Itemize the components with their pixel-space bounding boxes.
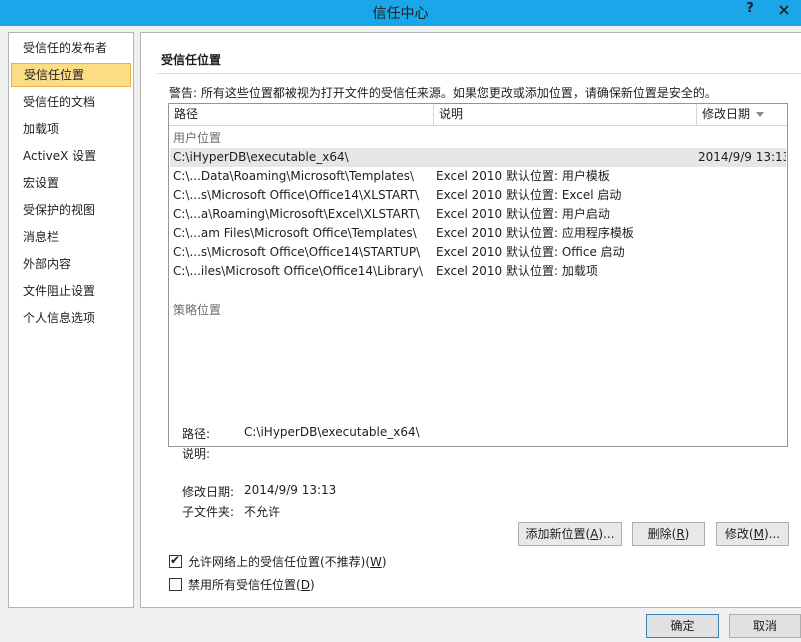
modify-button[interactable]: 修改(M)... bbox=[716, 522, 789, 546]
table-row[interactable]: C:\...s\Microsoft Office\Office14\STARTU… bbox=[170, 243, 786, 262]
detail-path-label: 路径: bbox=[182, 427, 211, 441]
sidebar-item-activex[interactable]: ActiveX 设置 bbox=[11, 144, 131, 168]
detail-subfolder-label: 子文件夹: bbox=[182, 505, 235, 519]
title-bar: 信任中心 ? bbox=[0, 0, 801, 26]
row-description: Excel 2010 默认位置: Office 启动 bbox=[436, 245, 625, 259]
detail-subfolder-value: 不允许 bbox=[244, 505, 281, 519]
main-panel: 受信任位置 警告: 所有这些位置都被视为打开文件的受信任来源。如果您更改或添加位… bbox=[140, 32, 801, 608]
ok-button[interactable]: 确定 bbox=[646, 614, 719, 638]
group-user-locations: 用户位置 bbox=[173, 131, 222, 145]
cancel-button[interactable]: 取消 bbox=[729, 614, 801, 638]
sidebar-item-addins[interactable]: 加载项 bbox=[11, 117, 131, 141]
row-path: C:\...iles\Microsoft Office\Office14\Lib… bbox=[173, 264, 424, 278]
section-title: 受信任位置 bbox=[161, 53, 222, 67]
row-description: Excel 2010 默认位置: 加载项 bbox=[436, 264, 598, 278]
add-location-button[interactable]: 添加新位置(A)... bbox=[518, 522, 622, 546]
table-row[interactable]: C:\...a\Roaming\Microsoft\Excel\XLSTART\… bbox=[170, 205, 786, 224]
list-header: 路径 说明 修改日期 bbox=[169, 104, 787, 126]
row-description: Excel 2010 默认位置: 应用程序模板 bbox=[436, 226, 634, 240]
checkmark-icon: ✔ bbox=[170, 553, 181, 567]
detail-description-label: 说明: bbox=[182, 447, 211, 461]
row-path: C:\...am Files\Microsoft Office\Template… bbox=[173, 226, 417, 240]
detail-path-value: C:\iHyperDB\executable_x64\ bbox=[244, 425, 420, 439]
row-description: Excel 2010 默认位置: 用户模板 bbox=[436, 169, 610, 183]
sidebar-item-privacy[interactable]: 个人信息选项 bbox=[11, 306, 131, 330]
row-path: C:\iHyperDB\executable_x64\ bbox=[173, 150, 349, 164]
table-row[interactable]: C:\...Data\Roaming\Microsoft\Templates\ … bbox=[170, 167, 786, 186]
disable-all-label[interactable]: 禁用所有受信任位置(D) bbox=[188, 576, 315, 593]
column-header-date[interactable]: 修改日期 bbox=[697, 104, 787, 125]
group-policy-locations: 策略位置 bbox=[173, 303, 222, 317]
table-row[interactable]: C:\...am Files\Microsoft Office\Template… bbox=[170, 224, 786, 243]
section-divider bbox=[157, 73, 801, 74]
row-date: 2014/9/9 13:13 bbox=[698, 150, 786, 164]
row-path: C:\...s\Microsoft Office\Office14\STARTU… bbox=[173, 245, 421, 259]
sidebar-item-trusted-locations[interactable]: 受信任位置 bbox=[11, 63, 131, 87]
sidebar-item-protected-view[interactable]: 受保护的视图 bbox=[11, 198, 131, 222]
row-description: Excel 2010 默认位置: Excel 启动 bbox=[436, 188, 622, 202]
close-icon bbox=[778, 5, 789, 15]
disable-all-checkbox[interactable] bbox=[169, 578, 182, 591]
sort-arrow-icon bbox=[756, 112, 765, 117]
detail-date-label: 修改日期: bbox=[182, 485, 235, 499]
remove-button[interactable]: 删除(R) bbox=[632, 522, 705, 546]
table-row[interactable]: C:\...iles\Microsoft Office\Office14\Lib… bbox=[170, 262, 786, 281]
warning-text: 警告: 所有这些位置都被视为打开文件的受信任来源。如果您更改或添加位置，请确保新… bbox=[169, 86, 717, 100]
help-button[interactable]: ? bbox=[734, 0, 766, 20]
sidebar-item-message-bar[interactable]: 消息栏 bbox=[11, 225, 131, 249]
column-header-path[interactable]: 路径 bbox=[169, 104, 434, 125]
sidebar: 受信任的发布者 受信任位置 受信任的文档 加载项 ActiveX 设置 宏设置 … bbox=[8, 32, 134, 608]
row-path: C:\...s\Microsoft Office\Office14\XLSTAR… bbox=[173, 188, 420, 202]
trusted-locations-list[interactable]: 路径 说明 修改日期 用户位置 C:\iHyperDB\executable_x… bbox=[168, 103, 788, 447]
table-row[interactable]: C:\...s\Microsoft Office\Office14\XLSTAR… bbox=[170, 186, 786, 205]
column-header-date-label: 修改日期 bbox=[702, 107, 751, 121]
column-header-description[interactable]: 说明 bbox=[434, 104, 697, 125]
row-path: C:\...Data\Roaming\Microsoft\Templates\ bbox=[173, 169, 415, 183]
allow-network-label[interactable]: 允许网络上的受信任位置(不推荐)(W) bbox=[188, 553, 387, 570]
allow-network-checkbox[interactable]: ✔ bbox=[169, 553, 182, 568]
window-title: 信任中心 bbox=[372, 6, 429, 22]
sidebar-item-external-content[interactable]: 外部内容 bbox=[11, 252, 131, 276]
sidebar-item-trusted-publishers[interactable]: 受信任的发布者 bbox=[11, 36, 131, 60]
sidebar-item-trusted-documents[interactable]: 受信任的文档 bbox=[11, 90, 131, 114]
sidebar-item-file-block[interactable]: 文件阻止设置 bbox=[11, 279, 131, 303]
sidebar-item-macro[interactable]: 宏设置 bbox=[11, 171, 131, 195]
detail-date-value: 2014/9/9 13:13 bbox=[244, 483, 337, 497]
close-button[interactable] bbox=[766, 0, 801, 20]
row-path: C:\...a\Roaming\Microsoft\Excel\XLSTART\ bbox=[173, 207, 420, 221]
row-description: Excel 2010 默认位置: 用户启动 bbox=[436, 207, 610, 221]
table-row[interactable]: C:\iHyperDB\executable_x64\ 2014/9/9 13:… bbox=[170, 148, 786, 167]
